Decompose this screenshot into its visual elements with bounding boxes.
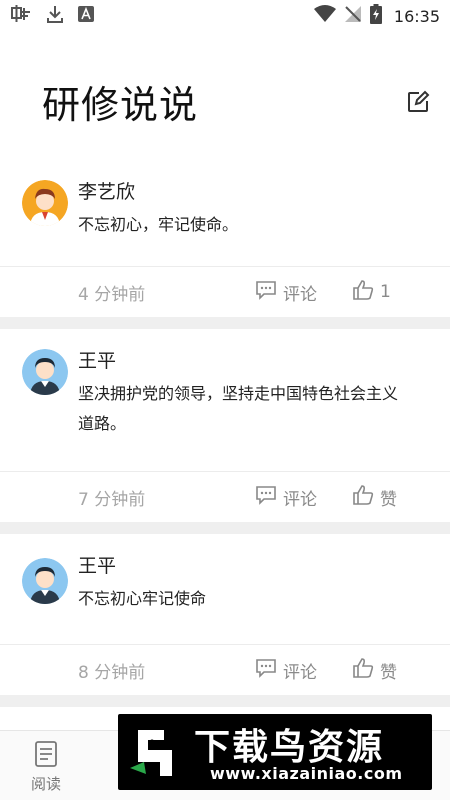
like-label: 1	[380, 282, 391, 302]
page-title: 研修说说	[42, 83, 199, 127]
section-gap	[0, 317, 450, 329]
document-icon	[34, 741, 58, 771]
like-label: 赞	[380, 662, 397, 683]
avatar[interactable]	[22, 558, 68, 604]
like-button[interactable]: 赞	[352, 657, 397, 683]
thumbs-up-icon	[352, 484, 374, 510]
post-content: 不忘初心牢记使命	[78, 589, 207, 608]
post-author: 王平	[78, 350, 117, 372]
post-feed: 李艺欣 不忘初心，牢记使命。 4 分钟前 评论 1 王平 坚决拥护党的领导，坚持…	[0, 160, 450, 707]
status-bar: 16:35	[0, 0, 450, 32]
edit-icon	[406, 90, 430, 118]
compose-button[interactable]	[406, 90, 430, 114]
post-card[interactable]: 王平 坚决拥护党的领导，坚持走中国特色社会主义道路。 7 分钟前 评论 赞	[0, 329, 450, 534]
post-author: 王平	[78, 555, 117, 577]
comment-button[interactable]: 评论	[255, 280, 317, 305]
status-time: 16:35	[393, 6, 440, 26]
post-content: 不忘初心，牢记使命。	[78, 215, 239, 234]
comment-button[interactable]: 评论	[255, 658, 317, 683]
post-author: 李艺欣	[78, 181, 136, 203]
bug-icon	[10, 4, 32, 28]
comment-label: 评论	[283, 284, 317, 305]
nav-item-read[interactable]: 阅读	[24, 741, 68, 794]
signal-off-icon	[344, 5, 362, 27]
post-card[interactable]: 李艺欣 不忘初心，牢记使命。 4 分钟前 评论 1	[0, 160, 450, 329]
nav-label: 阅读	[30, 775, 61, 793]
avatar[interactable]	[22, 349, 68, 395]
like-button[interactable]: 赞	[352, 484, 397, 510]
battery-icon	[369, 4, 382, 28]
download-icon	[46, 4, 64, 28]
section-gap	[0, 695, 450, 707]
avatar[interactable]	[22, 180, 68, 226]
thumbs-up-icon	[352, 657, 374, 683]
like-button[interactable]: 1	[352, 279, 391, 305]
watermark-title: 下载鸟资源	[194, 727, 385, 768]
comment-icon	[255, 280, 277, 305]
post-content: 坚决拥护党的领导，坚持走中国特色社会主义道路。	[78, 384, 399, 433]
comment-icon	[255, 485, 277, 510]
post-time: 4 分钟前	[78, 284, 146, 305]
page-header: 研修说说	[0, 60, 450, 140]
post-card[interactable]: 王平 不忘初心牢记使命 8 分钟前 评论 赞	[0, 534, 450, 707]
comment-icon	[255, 658, 277, 683]
bird-logo-icon	[124, 722, 182, 782]
post-time: 7 分钟前	[78, 489, 146, 510]
thumbs-up-icon	[352, 279, 374, 305]
watermark-url: www.xiazainiao.com	[210, 764, 403, 783]
app-a-icon	[78, 6, 94, 26]
post-time: 8 分钟前	[78, 662, 146, 683]
comment-button[interactable]: 评论	[255, 485, 317, 510]
section-gap	[0, 522, 450, 534]
like-label: 赞	[380, 489, 397, 510]
comment-label: 评论	[283, 662, 317, 683]
watermark-banner: 下载鸟资源 www.xiazainiao.com	[118, 714, 432, 790]
comment-label: 评论	[283, 489, 317, 510]
wifi-icon	[313, 5, 336, 27]
